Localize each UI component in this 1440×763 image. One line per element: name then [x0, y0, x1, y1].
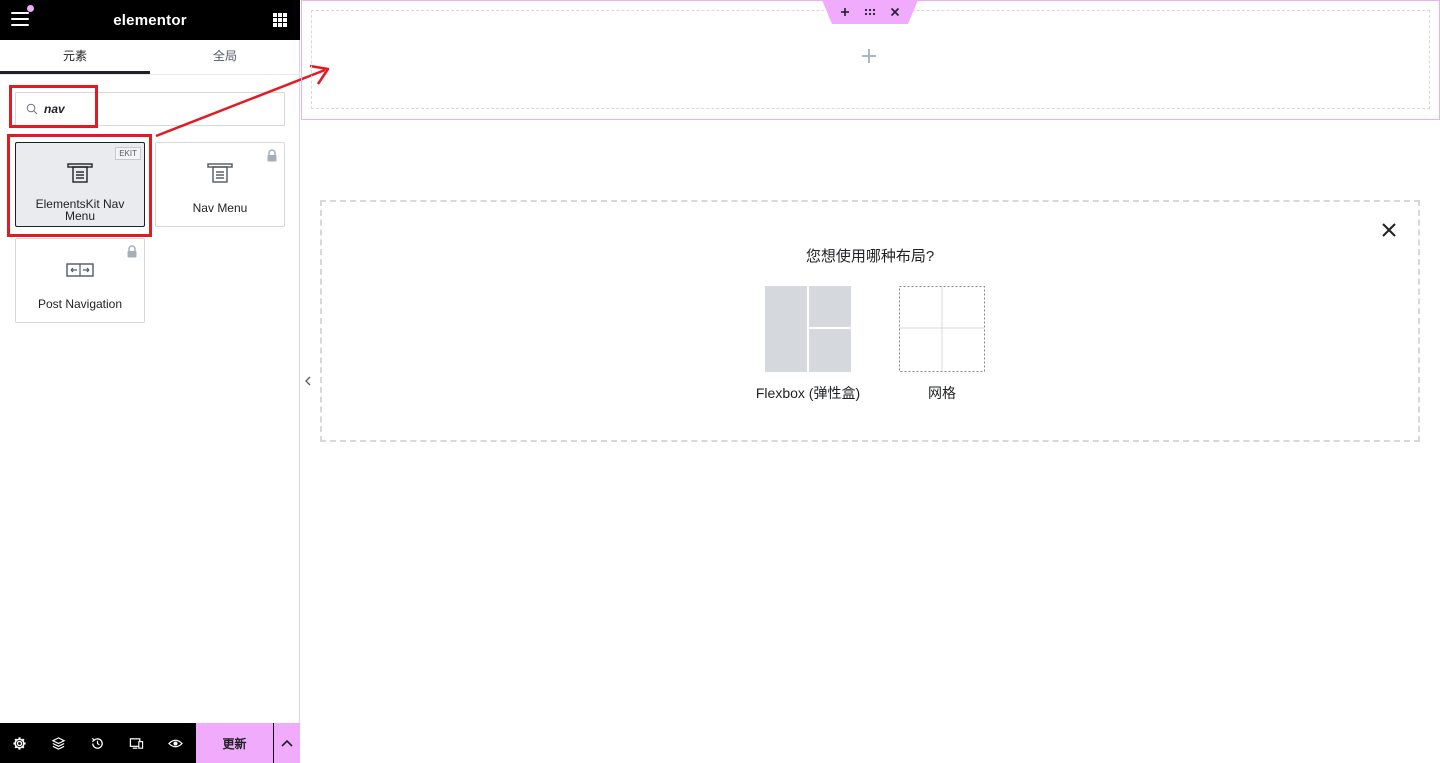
widget-elementskit-nav-menu[interactable]: EKIT ElementsKit Nav Menu	[15, 142, 145, 227]
tab-elements[interactable]: 元素	[0, 40, 150, 74]
close-icon[interactable]	[1380, 221, 1398, 239]
lock-icon	[267, 149, 277, 162]
preview-icon[interactable]	[156, 723, 195, 763]
update-button[interactable]: 更新	[196, 723, 273, 763]
lock-icon	[127, 245, 137, 258]
elementor-logo: elementor	[113, 11, 187, 29]
layout-chooser	[320, 200, 1420, 442]
chevron-up-icon[interactable]	[274, 723, 300, 763]
hamburger-menu-icon[interactable]	[11, 12, 29, 28]
layers-icon[interactable]	[39, 723, 78, 763]
widget-post-navigation[interactable]: Post Navigation	[15, 238, 145, 323]
drag-handle-icon[interactable]	[863, 5, 877, 19]
panel-tabs: 元素 全局	[0, 40, 300, 75]
ekit-badge: EKIT	[115, 147, 141, 160]
widget-label: Post Navigation	[37, 297, 123, 311]
editor-panel: elementor 元素 全局 EKIT ElementsKit Nav Men…	[0, 0, 300, 763]
section-handle-toolbar	[822, 0, 918, 24]
search-input[interactable]	[44, 98, 274, 120]
flexbox-label[interactable]: Flexbox (弹性盒)	[735, 383, 881, 403]
add-icon[interactable]	[838, 5, 852, 19]
notification-dot	[27, 5, 34, 12]
widget-search	[15, 92, 285, 126]
nav-menu-icon	[207, 163, 233, 183]
settings-icon[interactable]	[0, 723, 39, 763]
widget-label: ElementsKit Nav Menu	[35, 197, 125, 223]
tab-global[interactable]: 全局	[150, 40, 300, 74]
responsive-icon[interactable]	[117, 723, 156, 763]
widget-nav-menu[interactable]: Nav Menu	[155, 142, 285, 227]
grid-layout-icon[interactable]	[899, 286, 985, 372]
post-navigation-icon	[66, 263, 94, 277]
search-icon	[26, 103, 38, 115]
panel-collapse-handle[interactable]	[300, 356, 316, 406]
nav-menu-icon	[67, 163, 93, 183]
layout-prompt: 您想使用哪种布局?	[805, 248, 935, 265]
grid-label[interactable]: 网格	[890, 383, 994, 403]
panel-header: elementor	[0, 0, 300, 40]
flexbox-layout-icon[interactable]	[765, 286, 851, 372]
close-icon[interactable]	[888, 5, 902, 19]
history-icon[interactable]	[78, 723, 117, 763]
panel-footer: 更新	[0, 723, 300, 763]
widget-label: Nav Menu	[192, 201, 248, 215]
apps-grid-icon[interactable]	[273, 13, 287, 27]
add-element-plus-icon[interactable]	[861, 48, 877, 64]
